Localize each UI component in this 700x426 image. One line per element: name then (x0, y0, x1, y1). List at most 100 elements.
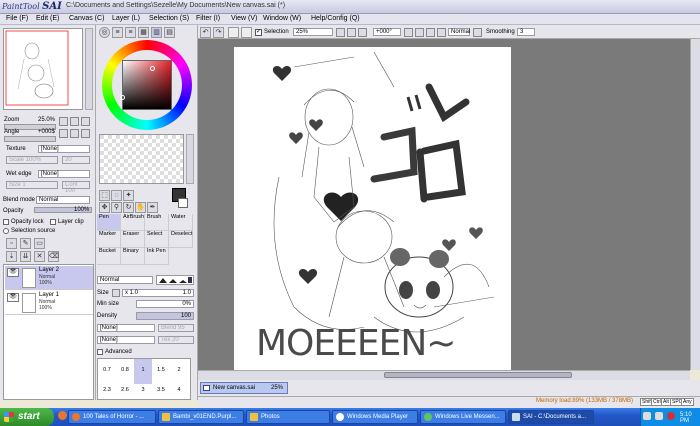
taskbar-item-firefox[interactable]: 100 Tales of Horror - ... (68, 410, 156, 424)
size-preset[interactable]: 0.8 (116, 367, 134, 373)
tool-marker[interactable]: Marker (97, 231, 121, 248)
size-preset[interactable]: 4 (170, 387, 188, 393)
intermediate-color-icon[interactable]: ▦ (138, 27, 149, 38)
color-wheel-mode-icon[interactable]: ◎ (99, 27, 110, 38)
tool-brush[interactable]: Brush (145, 214, 169, 231)
rect-select-icon[interactable]: ⬚ (99, 190, 110, 201)
taskbar-item-photos[interactable]: Photos (246, 410, 330, 424)
visibility-eye-icon[interactable]: 👁 (7, 293, 19, 302)
size-preset[interactable]: 2 (170, 367, 188, 373)
tray-antivirus-icon[interactable] (667, 412, 675, 420)
navigator-preview[interactable] (3, 28, 83, 110)
blend-mode-select[interactable]: Normal (36, 196, 90, 204)
hand-tool-icon[interactable]: ✋ (135, 202, 146, 213)
tool-airbrush[interactable]: AirBrush (121, 214, 145, 231)
rgb-slider-mode-icon[interactable]: ≡ (112, 27, 123, 38)
tool-deselect[interactable]: Deselect (169, 231, 193, 248)
selection-source-checkbox[interactable] (3, 228, 9, 234)
canvas-flip-button[interactable] (437, 28, 446, 37)
canvas-vertical-scrollbar[interactable] (690, 39, 700, 370)
min-size-field[interactable]: 0% (136, 300, 194, 308)
swatches-mode-icon[interactable]: ▥ (151, 27, 162, 38)
angle-slider[interactable] (4, 136, 56, 142)
menu-help[interactable]: Help/Config (Q) (311, 15, 360, 22)
rotate-tool-icon[interactable]: ↻ (123, 202, 134, 213)
undo-icon[interactable]: ↶ (200, 27, 211, 38)
canvas-angle-select[interactable]: +000° (373, 28, 401, 36)
hsv-slider-mode-icon[interactable]: ≡ (125, 27, 136, 38)
brush-shape-selector[interactable] (156, 275, 194, 285)
menu-edit[interactable]: Edit (E) (36, 15, 59, 22)
menu-selection[interactable]: Selection (S) (149, 15, 189, 22)
canvas-zoom-out-button[interactable] (336, 28, 345, 37)
taskbar-item-messenger[interactable]: Windows Live Messen... (420, 410, 506, 424)
rotate-left-button[interactable] (59, 129, 68, 138)
tray-network-icon[interactable] (643, 412, 651, 420)
canvas-zoom-reset-button[interactable] (358, 28, 367, 37)
deselect-icon[interactable] (228, 27, 239, 38)
size-preset[interactable]: 2.6 (116, 387, 134, 393)
menu-filter[interactable]: Filter (I) (196, 15, 220, 22)
start-button[interactable]: start (0, 408, 54, 426)
layer-item-layer1[interactable]: 👁 Layer 1 Normal 100% (5, 291, 93, 315)
horizontal-scroll-thumb[interactable] (384, 372, 572, 378)
tool-bucket[interactable]: Bucket (97, 248, 121, 265)
rotate-reset-button[interactable] (81, 129, 90, 138)
tool-eraser[interactable]: Eraser (121, 231, 145, 248)
rotate-right-button[interactable] (70, 129, 79, 138)
smoothing-select[interactable]: 3 (517, 28, 535, 36)
redo-icon[interactable]: ↷ (213, 27, 224, 38)
size-field[interactable]: x 1.0 1.0 (122, 289, 194, 297)
size-preset[interactable]: 2.3 (98, 387, 116, 393)
layer-item-layer2[interactable]: 👁 Layer 2 Normal 100% (5, 266, 93, 290)
layer-clip-checkbox[interactable] (50, 219, 56, 225)
new-layer-icon[interactable]: ▫ (6, 238, 17, 249)
swatches-scrollbar[interactable] (186, 134, 194, 184)
secondary-color-swatch[interactable] (178, 198, 188, 208)
zoom-reset-button[interactable] (81, 117, 90, 126)
menu-window[interactable]: Window (W) (263, 15, 301, 22)
brush-mode-select[interactable]: Normal (97, 276, 153, 284)
zoom-out-button[interactable] (59, 117, 68, 126)
tool-ink-pen[interactable]: Ink Pen (145, 248, 169, 265)
transfer-down-icon[interactable]: ⇣ (6, 251, 17, 262)
canvas-zoom-in-button[interactable] (347, 28, 356, 37)
canvas-rotate-left-button[interactable] (404, 28, 413, 37)
menu-layer[interactable]: Layer (L) (112, 15, 140, 22)
visibility-eye-icon[interactable]: 👁 (7, 268, 19, 277)
tool-pen[interactable]: Pen (97, 214, 121, 231)
canvas-stabilizer-button[interactable] (473, 28, 482, 37)
canvas-zoom-select[interactable]: 25% (293, 28, 333, 36)
canvas-view-mode-select[interactable]: Normal (448, 28, 470, 36)
tray-volume-icon[interactable] (655, 412, 663, 420)
size-preset[interactable]: 3 (134, 387, 152, 393)
new-linework-layer-icon[interactable]: ✎ (20, 238, 31, 249)
size-preset[interactable]: 0.7 (98, 367, 116, 373)
navigator-scrollbar[interactable] (85, 28, 93, 110)
zoom-tool-icon[interactable]: ⚲ (111, 202, 122, 213)
wet-edge-select[interactable]: [None] (38, 170, 90, 178)
brush-shape-select[interactable]: [None] (97, 324, 155, 332)
size-preset[interactable]: 3.5 (152, 387, 170, 393)
merge-down-icon[interactable]: ⇊ (20, 251, 31, 262)
eyedropper-icon[interactable]: ✒ (147, 202, 158, 213)
firefox-quicklaunch-icon[interactable] (58, 411, 67, 420)
scratchpad-mode-icon[interactable]: ▤ (164, 27, 175, 38)
menu-canvas[interactable]: Canvas (C) (69, 15, 104, 22)
density-field[interactable]: 100 (136, 312, 194, 320)
delete-layer-icon[interactable]: ✕ (34, 251, 45, 262)
saturation-value-box[interactable] (122, 60, 172, 110)
move-icon[interactable]: ✥ (99, 202, 110, 213)
canvas-rotate-reset-button[interactable] (426, 28, 435, 37)
advanced-checkbox[interactable] (97, 349, 103, 355)
document-tab[interactable]: New canvas.sai 25% (200, 382, 288, 394)
tool-select[interactable]: Select (145, 231, 169, 248)
size-preset-selected[interactable]: 1 (134, 359, 152, 384)
taskbar-item-media-player[interactable]: Windows Media Player (332, 410, 418, 424)
canvas-paper[interactable]: MOEEEEN~ (234, 47, 511, 370)
tool-binary[interactable]: Binary (121, 248, 145, 265)
zoom-in-button[interactable] (70, 117, 79, 126)
size-lock-button[interactable] (112, 289, 120, 297)
size-preset[interactable]: 1.5 (152, 367, 170, 373)
canvas-rotate-right-button[interactable] (415, 28, 424, 37)
